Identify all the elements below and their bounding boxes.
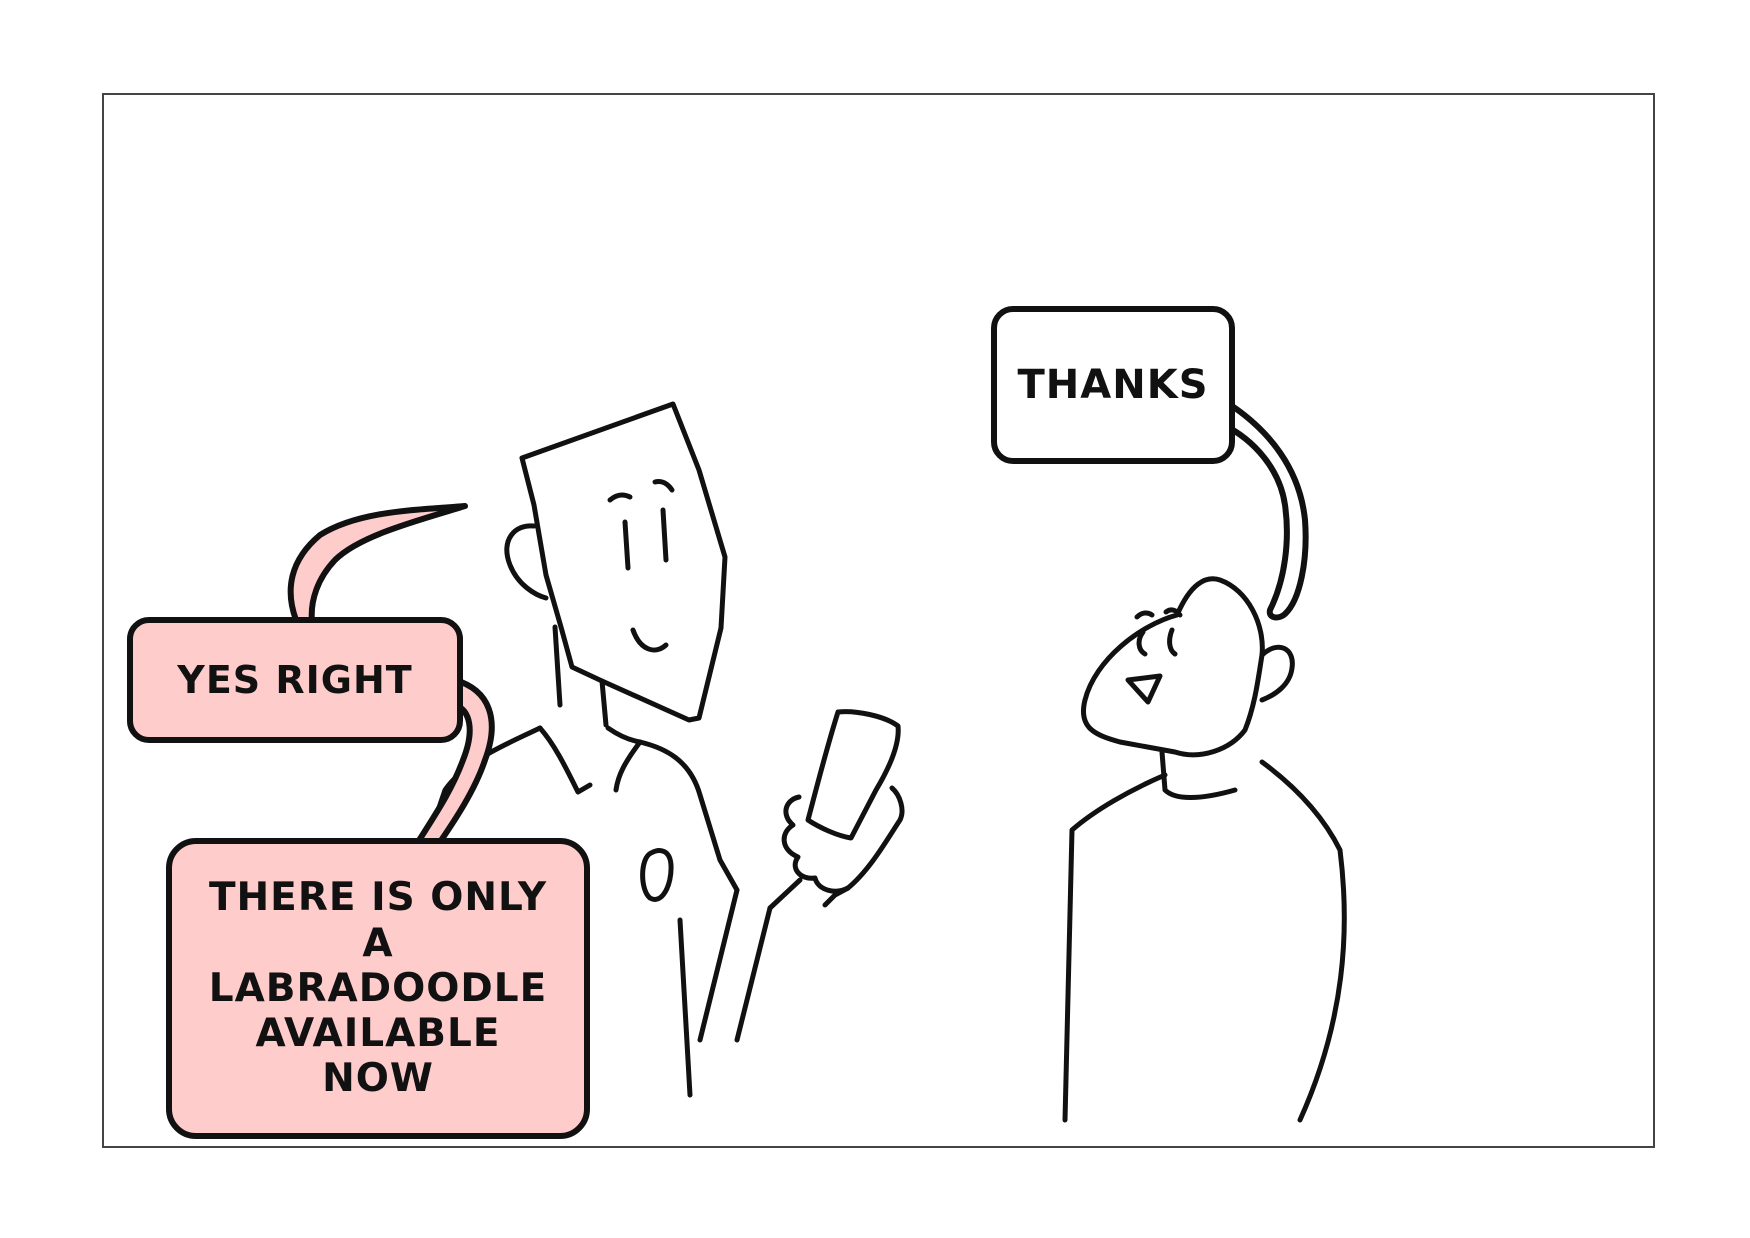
speech-bubble-yes-right: YES RIGHT bbox=[127, 617, 463, 743]
speech-bubble-labradoodle: THERE IS ONLY A LABRADOODLE AVAILABLE NO… bbox=[166, 838, 590, 1139]
speech-bubble-thanks: THANKS bbox=[991, 306, 1235, 464]
